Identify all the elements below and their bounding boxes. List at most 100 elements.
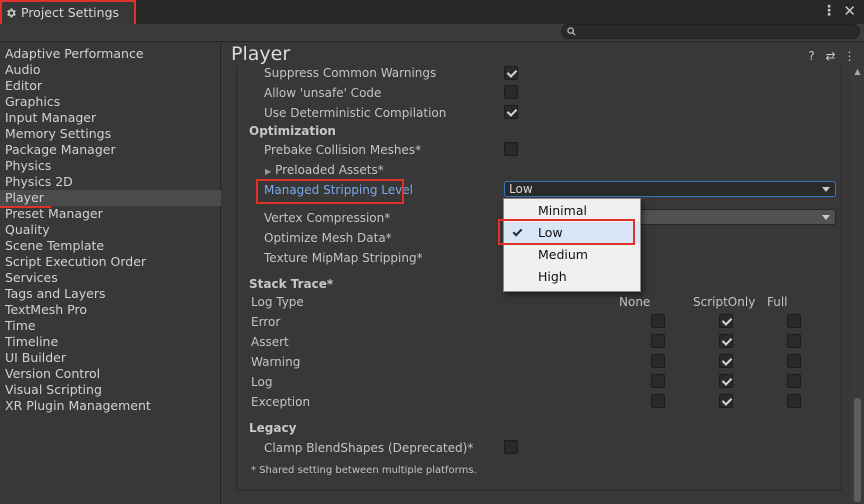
legacy-header: Legacy bbox=[249, 421, 297, 435]
sidebar-item-input-manager[interactable]: Input Manager bbox=[0, 110, 221, 126]
scroll-thumb[interactable] bbox=[854, 398, 861, 502]
sidebar-item-player[interactable]: Player bbox=[0, 190, 221, 206]
help-icon[interactable]: ? bbox=[805, 49, 818, 63]
stack-row-label: Error bbox=[251, 315, 281, 329]
sidebar-item-adaptive-performance[interactable]: Adaptive Performance bbox=[0, 46, 221, 62]
stack-error-full-checkbox[interactable] bbox=[787, 314, 801, 328]
stack-exception-none-checkbox[interactable] bbox=[651, 394, 665, 408]
sidebar-item-physics[interactable]: Physics bbox=[0, 158, 221, 174]
chevron-down-icon bbox=[822, 215, 830, 220]
clamp-blendshapes-label: Clamp BlendShapes (Deprecated)* bbox=[264, 441, 474, 455]
presets-icon[interactable]: ⇄ bbox=[824, 49, 837, 63]
tab-title: Project Settings bbox=[21, 5, 120, 20]
menu-option-minimal[interactable]: Minimal bbox=[504, 200, 640, 222]
deterministic-checkbox[interactable] bbox=[504, 105, 518, 119]
sidebar-item-tags-and-layers[interactable]: Tags and Layers bbox=[0, 286, 221, 302]
window-menu-icon[interactable]: ⋮ bbox=[822, 3, 836, 19]
stack-row-label: Log bbox=[251, 375, 273, 389]
sidebar-item-physics-2d[interactable]: Physics 2D bbox=[0, 174, 221, 190]
shared-setting-footnote: * Shared setting between multiple platfo… bbox=[251, 465, 477, 476]
menu-option-label: High bbox=[538, 269, 567, 284]
stack-warning-none-checkbox[interactable] bbox=[651, 354, 665, 368]
vertical-scrollbar[interactable]: ▲ bbox=[851, 65, 864, 504]
stack-log-scriptonly-checkbox[interactable] bbox=[719, 374, 733, 388]
sidebar-item-script-execution-order[interactable]: Script Execution Order bbox=[0, 254, 221, 270]
close-icon[interactable]: ✕ bbox=[843, 2, 856, 20]
stack-warning-full-checkbox[interactable] bbox=[787, 354, 801, 368]
suppress-warnings-checkbox[interactable] bbox=[504, 66, 518, 80]
stack-assert-none-checkbox[interactable] bbox=[651, 334, 665, 348]
sidebar-item-editor[interactable]: Editor bbox=[0, 78, 221, 94]
search-input[interactable] bbox=[580, 25, 850, 38]
stack-assert-full-checkbox[interactable] bbox=[787, 334, 801, 348]
scroll-up-icon[interactable]: ▲ bbox=[851, 67, 864, 76]
search-icon bbox=[567, 27, 576, 36]
menu-option-high[interactable]: High bbox=[504, 266, 640, 288]
deterministic-label: Use Deterministic Compilation bbox=[264, 106, 447, 120]
preloaded-assets-foldout[interactable]: ▶ Preloaded Assets* bbox=[265, 163, 384, 177]
stack-log-full-checkbox[interactable] bbox=[787, 374, 801, 388]
sidebar-item-audio[interactable]: Audio bbox=[0, 62, 221, 78]
suppress-warnings-label: Suppress Common Warnings bbox=[264, 66, 437, 80]
stripping-level-menu: Minimal Low Medium High bbox=[503, 198, 641, 292]
sidebar-item-textmesh-pro[interactable]: TextMesh Pro bbox=[0, 302, 221, 318]
prebake-checkbox[interactable] bbox=[504, 142, 518, 156]
stack-row-label: Assert bbox=[251, 335, 289, 349]
log-type-label: Log Type bbox=[251, 295, 304, 309]
menu-option-medium[interactable]: Medium bbox=[504, 244, 640, 266]
settings-sidebar: Adaptive Performance Audio Editor Graphics I… bbox=[0, 43, 221, 504]
stripping-level-value: Low bbox=[509, 182, 533, 196]
tab-project-settings[interactable]: Project Settings bbox=[0, 0, 136, 25]
prebake-label: Prebake Collision Meshes* bbox=[264, 143, 422, 157]
stack-log-none-checkbox[interactable] bbox=[651, 374, 665, 388]
allow-unsafe-label: Allow 'unsafe' Code bbox=[264, 86, 382, 100]
sidebar-item-scene-template[interactable]: Scene Template bbox=[0, 238, 221, 254]
stack-exception-full-checkbox[interactable] bbox=[787, 394, 801, 408]
sidebar-item-timeline[interactable]: Timeline bbox=[0, 334, 221, 350]
sidebar-item-preset-manager[interactable]: Preset Manager bbox=[0, 206, 221, 222]
panel-header-icons: ? ⇄ ⋮ bbox=[805, 49, 856, 63]
preloaded-assets-label: Preloaded Assets* bbox=[275, 163, 384, 177]
stack-error-scriptonly-checkbox[interactable] bbox=[719, 314, 733, 328]
menu-option-label: Low bbox=[538, 225, 563, 240]
search-field[interactable] bbox=[561, 24, 860, 39]
sidebar-item-graphics[interactable]: Graphics bbox=[0, 94, 221, 110]
gear-icon bbox=[7, 8, 16, 17]
sidebar-item-quality[interactable]: Quality bbox=[0, 222, 221, 238]
stack-error-none-checkbox[interactable] bbox=[651, 314, 665, 328]
stack-exception-scriptonly-checkbox[interactable] bbox=[719, 394, 733, 408]
column-full: Full bbox=[767, 295, 788, 309]
allow-unsafe-checkbox[interactable] bbox=[504, 85, 518, 99]
page-title: Player bbox=[231, 43, 291, 65]
settings-toolbar bbox=[0, 24, 864, 42]
mipmap-stripping-label: Texture MipMap Stripping* bbox=[264, 251, 423, 265]
stack-warning-scriptonly-checkbox[interactable] bbox=[719, 354, 733, 368]
window-tab-bar: Project Settings ⋮ ✕ bbox=[0, 0, 864, 27]
vertex-compression-label: Vertex Compression* bbox=[264, 211, 391, 225]
sidebar-item-ui-builder[interactable]: UI Builder bbox=[0, 350, 221, 366]
column-none: None bbox=[619, 295, 651, 309]
sidebar-item-package-manager[interactable]: Package Manager bbox=[0, 142, 221, 158]
menu-option-low[interactable]: Low bbox=[504, 222, 640, 244]
sidebar-item-time[interactable]: Time bbox=[0, 318, 221, 334]
foldout-arrow-icon: ▶ bbox=[265, 167, 272, 176]
stack-row-label: Exception bbox=[251, 395, 311, 409]
column-scriptonly: ScriptOnly bbox=[693, 295, 756, 309]
menu-option-label: Minimal bbox=[538, 203, 587, 218]
sidebar-item-version-control[interactable]: Version Control bbox=[0, 366, 221, 382]
more-icon[interactable]: ⋮ bbox=[843, 49, 856, 63]
stack-row-label: Warning bbox=[251, 355, 301, 369]
chevron-down-icon bbox=[822, 187, 830, 192]
sidebar-item-services[interactable]: Services bbox=[0, 270, 221, 286]
stripping-level-dropdown[interactable]: Low bbox=[504, 181, 836, 197]
menu-option-label: Medium bbox=[538, 247, 588, 262]
stack-assert-scriptonly-checkbox[interactable] bbox=[719, 334, 733, 348]
stack-trace-header: Stack Trace* bbox=[249, 277, 334, 291]
optimization-header: Optimization bbox=[249, 124, 336, 138]
sidebar-item-memory-settings[interactable]: Memory Settings bbox=[0, 126, 221, 142]
sidebar-item-visual-scripting[interactable]: Visual Scripting bbox=[0, 382, 221, 398]
checkmark-icon bbox=[512, 226, 523, 237]
optimize-mesh-label: Optimize Mesh Data* bbox=[264, 231, 392, 245]
sidebar-item-xr-plugin-management[interactable]: XR Plugin Management bbox=[0, 398, 221, 414]
clamp-blendshapes-checkbox[interactable] bbox=[504, 440, 518, 454]
